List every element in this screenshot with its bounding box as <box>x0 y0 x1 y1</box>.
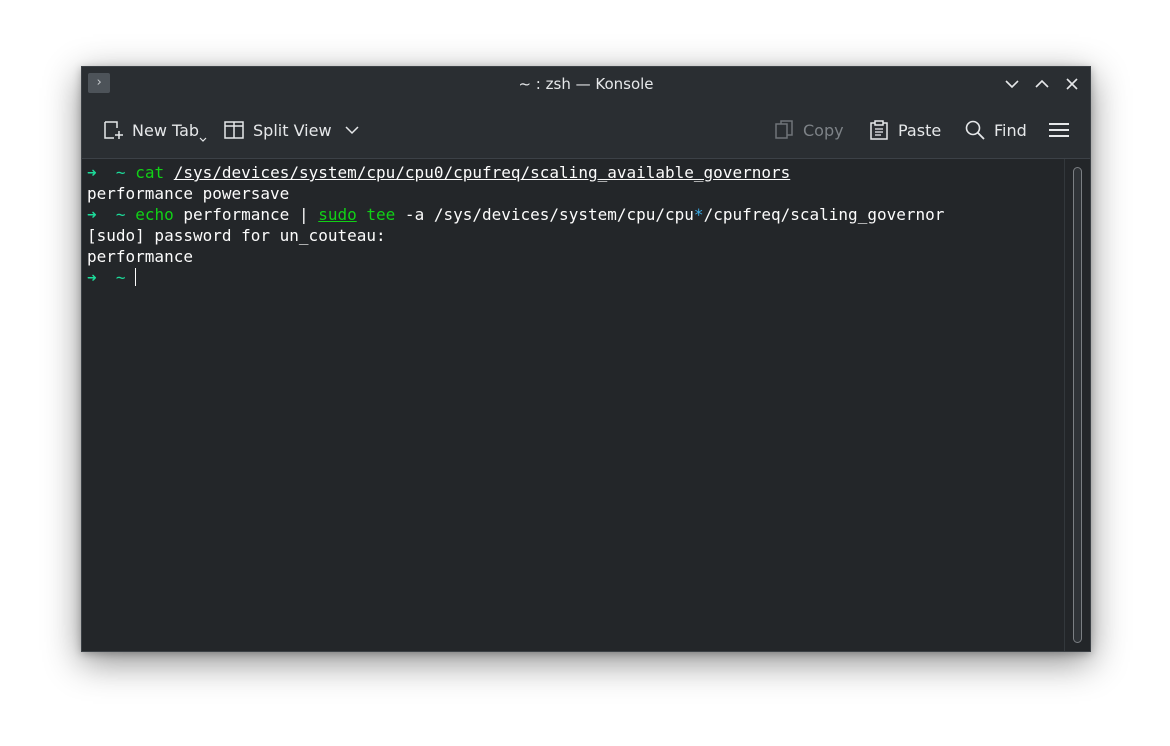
maximize-button[interactable] <box>1030 72 1054 96</box>
terminal-line-1: ➜ ~ cat /sys/devices/system/cpu/cpu0/cpu… <box>87 162 790 183</box>
command-args: /cpufreq/scaling_governor <box>703 205 945 224</box>
prompt-dir: ~ <box>115 163 126 182</box>
command-path: /sys/devices/system/cpu/cpu0/cpufreq/sca… <box>173 163 791 182</box>
title-bar[interactable]: › ~ : zsh — Konsole <box>82 67 1090 101</box>
prompt-arrow: ➜ <box>87 163 97 182</box>
terminal-line-6: ➜ ~ <box>87 267 137 288</box>
split-view-label: Split View <box>253 120 332 140</box>
new-tab-label: New Tab <box>132 120 200 140</box>
minimize-button[interactable] <box>1000 72 1024 96</box>
glob-star: * <box>693 205 704 224</box>
copy-icon <box>773 119 795 141</box>
prompt-arrow: ➜ <box>87 205 97 224</box>
desktop-background: › ~ : zsh — Konsole New Tab Split View C… <box>0 0 1170 746</box>
command-tee: tee <box>366 205 396 224</box>
find-button[interactable]: Find <box>964 115 1027 145</box>
terminal-output[interactable]: ➜ ~ cat /sys/devices/system/cpu/cpu0/cpu… <box>82 159 1064 651</box>
paste-icon <box>868 119 890 141</box>
split-view-button[interactable]: Split View <box>223 115 360 145</box>
search-icon <box>964 119 986 141</box>
command-args: -a /sys/devices/system/cpu/cpu <box>395 205 694 224</box>
new-tab-icon <box>102 119 124 141</box>
prompt-dir: ~ <box>115 205 126 224</box>
terminal-line-5: performance <box>87 247 193 266</box>
command-args: performance | <box>173 205 319 224</box>
copy-button[interactable]: Copy <box>773 115 844 145</box>
hamburger-menu-icon <box>1048 119 1070 141</box>
scrollbar-thumb[interactable] <box>1073 167 1082 643</box>
terminal-line-3: ➜ ~ echo performance | sudo tee -a /sys/… <box>87 204 944 225</box>
terminal-line-2: performance powersave <box>87 184 290 203</box>
command-echo: echo <box>135 205 174 224</box>
main-menu-button[interactable] <box>1048 115 1078 145</box>
command-sudo: sudo <box>318 205 357 224</box>
paste-label: Paste <box>898 120 942 140</box>
chevron-up-icon <box>1035 79 1049 88</box>
command-cat: cat <box>135 163 165 182</box>
paste-button[interactable]: Paste <box>868 115 941 145</box>
chevron-down-icon[interactable] <box>344 122 360 138</box>
chevron-down-icon <box>1005 80 1019 89</box>
new-tab-button[interactable]: New Tab <box>102 115 207 145</box>
toolbar: New Tab Split View Copy Paste Find <box>82 101 1090 159</box>
find-label: Find <box>994 120 1027 140</box>
vertical-scrollbar[interactable] <box>1064 159 1090 651</box>
close-button[interactable] <box>1060 72 1084 96</box>
terminal-line-4: [sudo] password for un_couteau: <box>87 226 386 245</box>
chevron-down-icon <box>199 137 207 142</box>
text-cursor <box>135 268 137 286</box>
prompt-arrow: ➜ <box>87 268 97 287</box>
konsole-window: › ~ : zsh — Konsole New Tab Split View C… <box>81 66 1091 652</box>
copy-label: Copy <box>803 120 844 140</box>
close-icon <box>1066 78 1078 90</box>
prompt-dir: ~ <box>115 268 126 287</box>
split-view-icon <box>223 119 245 141</box>
window-title: ~ : zsh — Konsole <box>518 75 654 93</box>
